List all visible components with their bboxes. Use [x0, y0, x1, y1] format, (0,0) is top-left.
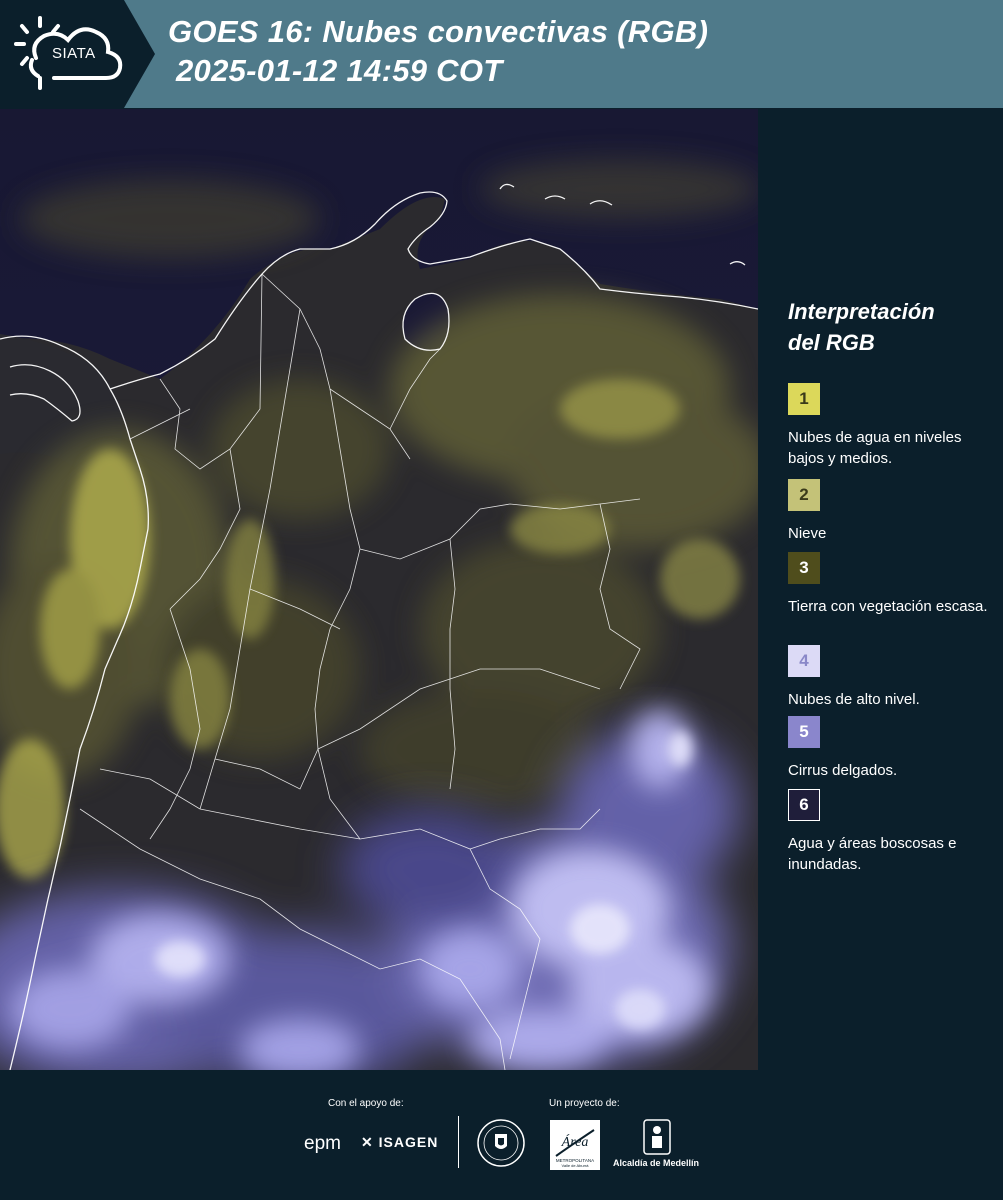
- footer: Con el apoyo de: Un proyecto de: epm ✕ I…: [0, 1070, 1003, 1200]
- legend-title: Interpretación del RGB: [788, 296, 988, 358]
- alcaldia-shield-icon: [643, 1119, 671, 1155]
- legend-item: 5 Cirrus delgados.: [788, 716, 988, 781]
- legend-item: 6 Agua y áreas boscosas e inundadas.: [788, 789, 988, 875]
- epm-logo: epm: [304, 1133, 341, 1154]
- satellite-image: [0, 109, 758, 1070]
- logo-text: SIATA: [52, 45, 96, 62]
- legend: Interpretación del RGB: [770, 296, 995, 358]
- project-label: Un proyecto de:: [549, 1098, 620, 1109]
- legend-swatch: 4: [788, 645, 820, 677]
- medellin-seal-icon: [477, 1119, 525, 1167]
- page-title: GOES 16: Nubes convectivas (RGB): [168, 14, 709, 49]
- amva-subtext2: Valle de Aburrá: [561, 1163, 589, 1168]
- legend-item: 1 Nubes de agua en niveles bajos y medios…: [788, 383, 988, 469]
- isagen-logo: ✕ ISAGEN: [361, 1134, 438, 1151]
- isagen-logo-text: ISAGEN: [378, 1134, 439, 1150]
- legend-label: Tierra con vegetación escasa.: [788, 598, 988, 615]
- timestamp: 2025-01-12 14:59 COT: [176, 53, 503, 88]
- legend-swatch: 2: [788, 479, 820, 511]
- support-label: Con el apoyo de:: [328, 1098, 404, 1109]
- area-metropolitana-logo-icon: Área METROPOLITANA Valle de Aburrá: [550, 1120, 600, 1170]
- legend-label: Cirrus delgados.: [788, 762, 898, 779]
- legend-item: 2 Nieve: [788, 479, 988, 544]
- alcaldia-label: Alcaldía de Medellín: [613, 1158, 700, 1168]
- siata-logo: SIATA: [0, 0, 155, 108]
- legend-label: Nieve: [788, 525, 827, 542]
- legend-label: Agua y áreas boscosas e inundadas.: [788, 835, 957, 873]
- legend-swatch: 6: [788, 789, 820, 821]
- legend-item: 4 Nubes de alto nivel.: [788, 645, 988, 710]
- amva-logo-text: Área: [561, 1133, 589, 1150]
- legend-swatch: 3: [788, 552, 820, 584]
- footer-divider: [458, 1116, 459, 1168]
- legend-swatch: 5: [788, 716, 820, 748]
- legend-title-line2: del RGB: [788, 330, 875, 355]
- isagen-icon: ✕: [361, 1134, 379, 1150]
- legend-item: 3 Tierra con vegetación escasa.: [788, 552, 988, 617]
- legend-swatch: 1: [788, 383, 820, 415]
- legend-label: Nubes de alto nivel.: [788, 691, 920, 708]
- legend-title-line1: Interpretación: [788, 299, 935, 324]
- legend-label: Nubes de agua en niveles bajos y medios.: [788, 429, 962, 467]
- header-bar: SIATA GOES 16: Nubes convectivas (RGB) 2…: [0, 0, 1003, 108]
